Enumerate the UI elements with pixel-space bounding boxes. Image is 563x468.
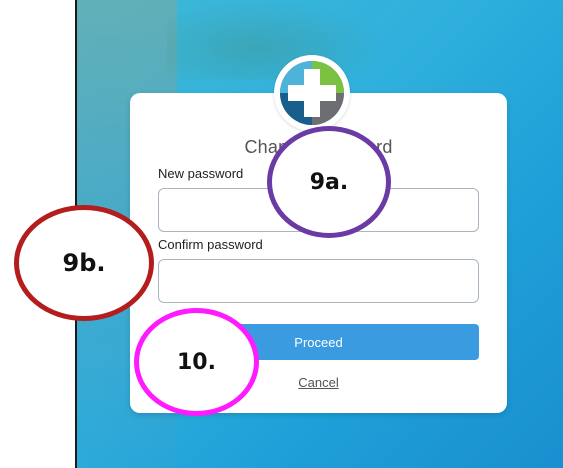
callout-9a: 9a. [267,126,391,238]
new-password-label: New password [158,166,244,181]
confirm-password-input[interactable] [158,259,479,303]
confirm-password-label: Confirm password [158,237,263,252]
callout-9b: 9b. [14,205,154,321]
background-art-top [167,0,387,80]
callout-10: 10. [134,308,259,416]
app-logo-icon [274,55,350,131]
